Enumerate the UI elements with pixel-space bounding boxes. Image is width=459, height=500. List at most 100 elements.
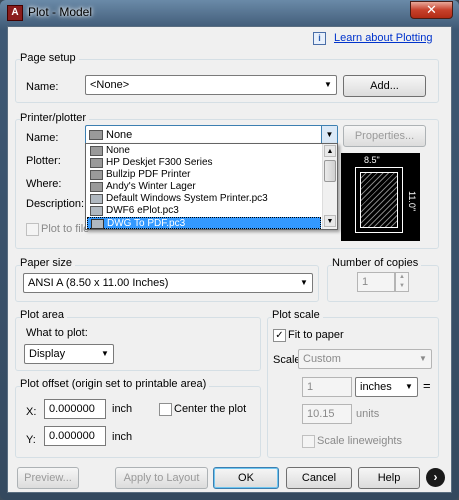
where-label: Where: <box>26 178 62 190</box>
info-icon: i <box>313 32 326 45</box>
center-the-plot-checkbox[interactable] <box>159 403 172 416</box>
chevron-down-icon: ▼ <box>419 354 427 363</box>
dropdown-scrollbar[interactable]: ▲ ▼ <box>322 144 337 229</box>
close-button[interactable]: ✕ <box>410 1 453 19</box>
chevron-down-icon: ▼ <box>321 126 337 144</box>
copies-spinner[interactable]: ▲ ▼ <box>395 272 409 292</box>
printable-area-hatch <box>360 172 398 228</box>
option-label: Bullzip PDF Printer <box>106 169 191 180</box>
printer-option-default-windows[interactable]: Default Windows System Printer.pc3 <box>87 193 321 205</box>
plot-to-file-checkbox[interactable] <box>26 223 39 236</box>
page-setup-name-dropdown[interactable]: <None> ▼ <box>85 75 337 95</box>
what-to-plot-dropdown[interactable]: Display ▼ <box>24 344 114 364</box>
scale-value1: 1 <box>307 381 314 393</box>
option-label: None <box>106 145 130 156</box>
printer-dropdown-list[interactable]: None HP Deskjet F300 Series Bullzip PDF … <box>85 143 338 230</box>
scale-value2-input[interactable]: 10.15 <box>302 404 352 424</box>
chevron-down-icon: ▼ <box>300 278 308 287</box>
plotter-icon <box>91 219 104 229</box>
scroll-down-icon[interactable]: ▼ <box>324 215 336 227</box>
x-offset-unit: inch <box>112 403 133 415</box>
printer-option-andys-winter-lager[interactable]: Andy's Winter Lager <box>87 181 321 193</box>
plot-offset-heading: Plot offset (origin set to printable are… <box>20 378 210 390</box>
chevron-down-icon: ▼ <box>324 80 332 89</box>
fit-to-paper-checkbox[interactable]: ✓ <box>273 329 286 342</box>
page-setup-name-label: Name: <box>26 81 59 93</box>
y-offset-input[interactable]: 0.000000 <box>44 426 106 446</box>
scale-value1-input[interactable]: 1 <box>302 377 352 397</box>
what-to-plot-label: What to plot: <box>26 327 88 339</box>
window-title: Plot - Model <box>28 5 93 19</box>
number-of-copies-heading: Number of copies <box>332 257 422 269</box>
printer-option-dwg-to-pdf[interactable]: DWG To PDF.pc3 <box>87 217 321 229</box>
plot-to-file-label: Plot to file <box>41 223 90 235</box>
printer-name-label: Name: <box>26 132 59 144</box>
y-offset-label: Y: <box>26 434 36 446</box>
printer-icon <box>89 130 103 140</box>
scale-lineweights-checkbox[interactable] <box>302 435 315 448</box>
paper-preview: 8.5" 11.0" <box>341 153 420 241</box>
option-label: HP Deskjet F300 Series <box>106 157 213 168</box>
learn-about-plotting-link[interactable]: Learn about Plotting <box>334 32 432 44</box>
equals-sign: = <box>423 378 431 393</box>
paper-size-dropdown[interactable]: ANSI A (8.50 x 11.00 Inches) ▼ <box>23 273 313 293</box>
cancel-button[interactable]: Cancel <box>286 467 352 489</box>
add-page-setup-button[interactable]: Add... <box>343 75 426 97</box>
scale-units-dropdown[interactable]: inches ▼ <box>355 377 418 397</box>
option-label: DWF6 ePlot.pc3 <box>106 205 179 216</box>
printer-name-dropdown[interactable]: None ▼ <box>85 125 338 145</box>
scroll-up-icon[interactable]: ▲ <box>324 145 336 157</box>
plot-dialog-window: A Plot - Model ✕ i Learn about Plotting … <box>0 0 459 500</box>
printer-properties-button[interactable]: Properties... <box>343 125 426 147</box>
printer-option-none[interactable]: None <box>87 145 321 157</box>
scroll-thumb[interactable] <box>324 160 336 182</box>
printer-icon <box>90 158 103 168</box>
scale-lineweights-label: Scale lineweights <box>317 435 402 447</box>
scale-value2: 10.15 <box>307 408 335 420</box>
page-setup-name-value: <None> <box>90 79 130 91</box>
option-label: DWG To PDF.pc3 <box>107 218 186 229</box>
plotter-label: Plotter: <box>26 155 61 167</box>
y-offset-unit: inch <box>112 431 133 443</box>
printer-icon <box>90 182 103 192</box>
expand-dialog-icon[interactable]: › <box>426 468 445 487</box>
printer-name-value: None <box>106 129 133 141</box>
ok-button[interactable]: OK <box>213 467 279 489</box>
copies-input[interactable]: 1 <box>357 272 395 292</box>
chevron-down-icon: ▼ <box>101 349 109 358</box>
paper-size-heading: Paper size <box>20 257 75 269</box>
dialog-client-area: i Learn about Plotting Page setup Name: … <box>7 26 452 493</box>
plot-scale-heading: Plot scale <box>272 309 323 321</box>
plot-offset-group <box>15 386 261 458</box>
preview-width-label: 8.5" <box>364 155 380 165</box>
option-label: Andy's Winter Lager <box>106 181 196 192</box>
scale-value: Custom <box>303 353 341 365</box>
printer-option-bullzip[interactable]: Bullzip PDF Printer <box>87 169 321 181</box>
center-the-plot-label: Center the plot <box>174 403 247 415</box>
printer-icon <box>90 170 103 180</box>
plot-area-heading: Plot area <box>20 309 68 321</box>
chevron-down-icon: ▼ <box>405 382 413 391</box>
printer-plotter-heading: Printer/plotter <box>20 112 90 124</box>
plotter-icon <box>90 194 103 204</box>
y-offset-value: 0.000000 <box>49 430 95 442</box>
paper-size-value: ANSI A (8.50 x 11.00 Inches) <box>28 277 169 289</box>
autocad-app-icon: A <box>7 5 23 21</box>
apply-to-layout-button[interactable]: Apply to Layout <box>115 467 208 489</box>
units-label: units <box>356 408 380 420</box>
copies-value: 1 <box>362 276 369 288</box>
title-bar[interactable]: A Plot - Model ✕ <box>0 0 459 26</box>
x-offset-input[interactable]: 0.000000 <box>44 399 106 419</box>
preview-height-label: 11.0" <box>407 191 417 212</box>
fit-to-paper-label: Fit to paper <box>288 329 344 341</box>
help-button[interactable]: Help <box>358 467 420 489</box>
scale-dropdown[interactable]: Custom ▼ <box>298 349 432 369</box>
preview-button[interactable]: Preview... <box>17 467 79 489</box>
printer-icon <box>90 146 103 156</box>
description-label: Description: <box>26 198 85 210</box>
plotter-icon <box>90 206 103 216</box>
what-to-plot-value: Display <box>29 348 66 360</box>
x-offset-label: X: <box>26 406 37 418</box>
printer-option-hp-deskjet[interactable]: HP Deskjet F300 Series <box>87 157 321 169</box>
printer-option-dwf6[interactable]: DWF6 ePlot.pc3 <box>87 205 321 217</box>
